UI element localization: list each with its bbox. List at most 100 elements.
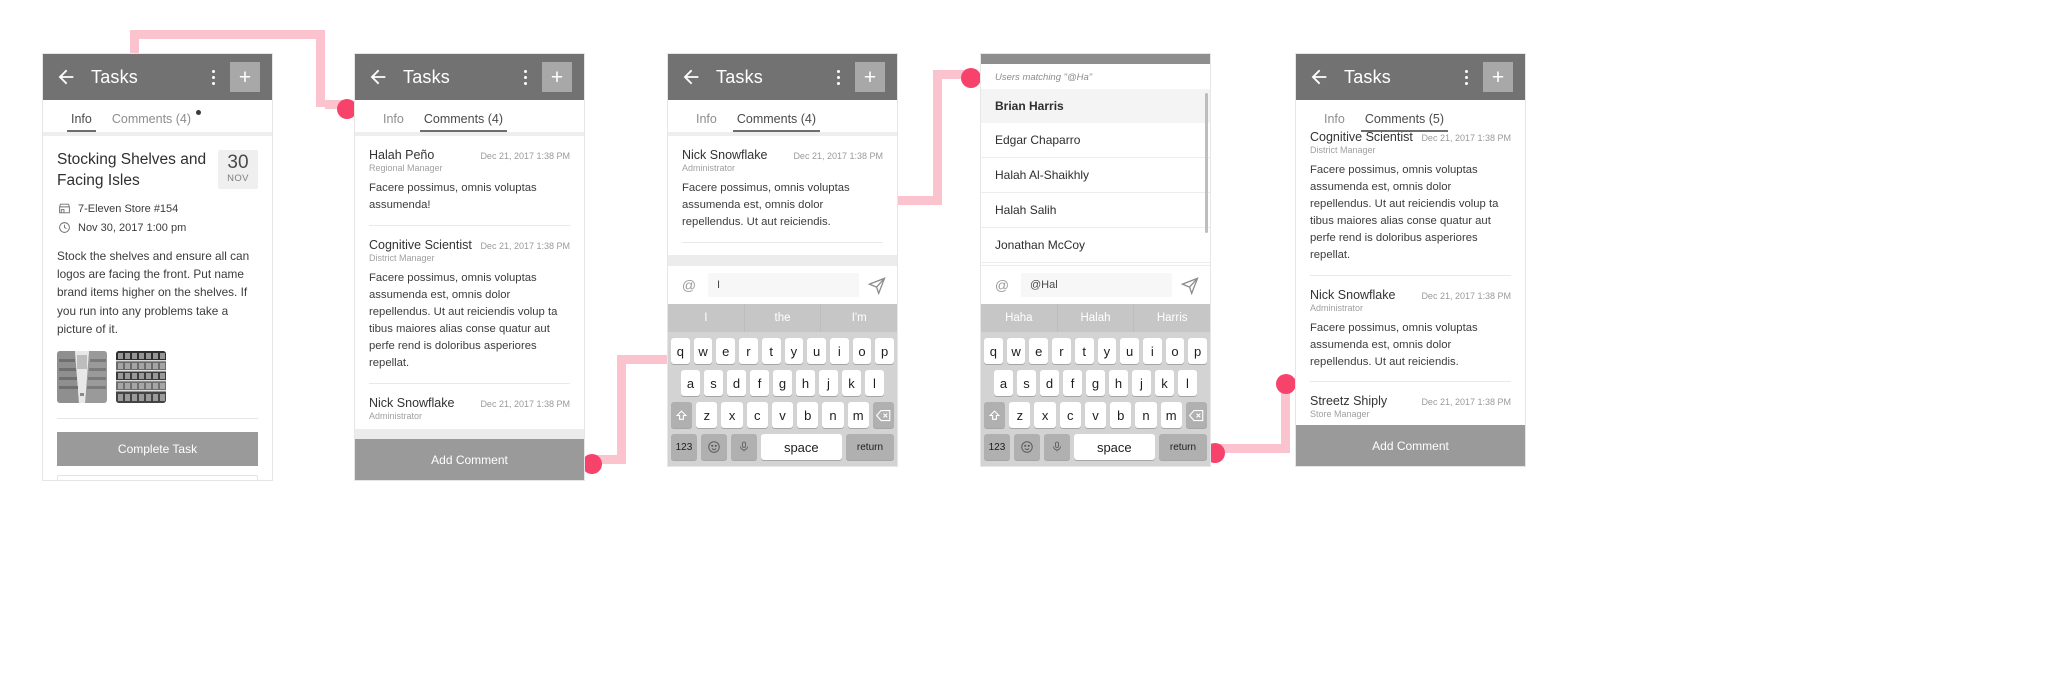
list-scrollbar[interactable]: [1205, 93, 1208, 233]
key-a[interactable]: a: [994, 370, 1013, 396]
mention-user-row[interactable]: Halah Salih: [981, 193, 1210, 228]
key-g[interactable]: g: [773, 370, 792, 396]
add-button[interactable]: +: [230, 62, 260, 92]
key-j[interactable]: j: [1132, 370, 1151, 396]
suggestion[interactable]: the: [743, 304, 821, 332]
backspace-key-icon[interactable]: [1185, 402, 1207, 428]
return-key[interactable]: return: [1158, 434, 1207, 460]
key-q[interactable]: q: [983, 338, 1003, 364]
comment-input[interactable]: I: [708, 273, 859, 297]
key-e[interactable]: e: [716, 338, 736, 364]
key-k[interactable]: k: [842, 370, 861, 396]
add-comment-button[interactable]: Add Comment: [1296, 425, 1525, 466]
key-q[interactable]: q: [670, 338, 690, 364]
mention-user-row[interactable]: Halah Al-Shaikhly: [981, 158, 1210, 193]
space-key[interactable]: space: [1073, 434, 1155, 460]
comment-input[interactable]: @Ha l: [1021, 273, 1172, 297]
key-v[interactable]: v: [1084, 402, 1107, 428]
key-i[interactable]: i: [1142, 338, 1162, 364]
key-s[interactable]: s: [1017, 370, 1036, 396]
key-v[interactable]: v: [771, 402, 794, 428]
add-button[interactable]: +: [542, 62, 572, 92]
kebab-menu-icon[interactable]: [204, 66, 222, 88]
kebab-menu-icon[interactable]: [829, 66, 847, 88]
at-sign-icon[interactable]: @: [991, 274, 1013, 296]
back-arrow-icon[interactable]: [367, 66, 389, 88]
back-arrow-icon[interactable]: [680, 66, 702, 88]
key-d[interactable]: d: [727, 370, 746, 396]
key-p[interactable]: p: [1188, 338, 1208, 364]
key-o[interactable]: o: [1165, 338, 1185, 364]
key-f[interactable]: f: [1063, 370, 1082, 396]
key-t[interactable]: t: [761, 338, 781, 364]
microphone-key-icon[interactable]: [730, 434, 757, 460]
key-a[interactable]: a: [681, 370, 700, 396]
tab-comments[interactable]: Comments (5): [1355, 112, 1454, 132]
suggestion[interactable]: Halah: [1056, 304, 1134, 332]
key-t[interactable]: t: [1074, 338, 1094, 364]
send-icon[interactable]: [867, 275, 887, 296]
send-icon[interactable]: [1180, 275, 1200, 296]
return-key[interactable]: return: [845, 434, 894, 460]
key-b[interactable]: b: [1110, 402, 1132, 428]
emoji-key-icon[interactable]: [700, 434, 727, 460]
key-z[interactable]: z: [696, 402, 718, 428]
backspace-key-icon[interactable]: [872, 402, 894, 428]
add-button[interactable]: +: [1483, 62, 1513, 92]
key-r[interactable]: r: [739, 338, 758, 364]
add-button[interactable]: +: [855, 62, 885, 92]
mention-user-row[interactable]: Edgar Chaparro: [981, 123, 1210, 158]
key-w[interactable]: w: [1006, 338, 1026, 364]
key-f[interactable]: f: [750, 370, 769, 396]
kebab-menu-icon[interactable]: [1457, 66, 1475, 88]
key-j[interactable]: j: [819, 370, 838, 396]
suggestion[interactable]: I: [668, 304, 744, 332]
key-h[interactable]: h: [1109, 370, 1128, 396]
key-y[interactable]: y: [1097, 338, 1117, 364]
key-u[interactable]: u: [807, 338, 826, 364]
key-g[interactable]: g: [1086, 370, 1105, 396]
tab-info[interactable]: Info: [373, 112, 414, 132]
key-p[interactable]: p: [875, 338, 895, 364]
key-n[interactable]: n: [822, 402, 844, 428]
shift-key-icon[interactable]: [984, 402, 1006, 428]
key-x[interactable]: x: [1034, 402, 1056, 428]
key-m[interactable]: m: [847, 402, 869, 428]
suggestion[interactable]: Harris: [1133, 304, 1210, 332]
complete-task-button[interactable]: Complete Task: [57, 432, 258, 466]
tab-comments[interactable]: Comments (4): [414, 112, 513, 132]
tab-comments[interactable]: Comments (4): [102, 110, 202, 132]
key-n[interactable]: n: [1135, 402, 1157, 428]
comment-list[interactable]: Cognitive Scientist Dec 21, 2017 1:38 PM …: [1296, 126, 1525, 466]
key-i[interactable]: i: [829, 338, 849, 364]
tab-info[interactable]: Info: [61, 112, 102, 132]
photo-thumbnail[interactable]: [57, 351, 107, 404]
key-e[interactable]: e: [1029, 338, 1049, 364]
kebab-menu-icon[interactable]: [516, 66, 534, 88]
key-s[interactable]: s: [704, 370, 723, 396]
key-c[interactable]: c: [746, 402, 768, 428]
space-key[interactable]: space: [760, 434, 842, 460]
scroll-indicator[interactable]: [355, 429, 584, 439]
microphone-key-icon[interactable]: [1043, 434, 1070, 460]
emoji-key-icon[interactable]: [1013, 434, 1040, 460]
key-z[interactable]: z: [1009, 402, 1031, 428]
key-l[interactable]: l: [865, 370, 884, 396]
scroll-indicator[interactable]: [668, 255, 897, 265]
at-sign-icon[interactable]: @: [678, 274, 700, 296]
add-comment-button[interactable]: Add Comment: [355, 439, 584, 480]
key-h[interactable]: h: [796, 370, 815, 396]
key-o[interactable]: o: [852, 338, 872, 364]
numeric-key[interactable]: 123: [671, 434, 697, 460]
key-k[interactable]: k: [1155, 370, 1174, 396]
key-y[interactable]: y: [784, 338, 804, 364]
suggestion[interactable]: I'm: [820, 304, 897, 332]
description-input[interactable]: Description: [57, 475, 258, 480]
back-arrow-icon[interactable]: [1308, 66, 1330, 88]
key-m[interactable]: m: [1160, 402, 1182, 428]
key-c[interactable]: c: [1059, 402, 1081, 428]
suggestion[interactable]: Haha: [981, 304, 1057, 332]
key-x[interactable]: x: [721, 402, 743, 428]
key-u[interactable]: u: [1120, 338, 1139, 364]
key-l[interactable]: l: [1178, 370, 1197, 396]
